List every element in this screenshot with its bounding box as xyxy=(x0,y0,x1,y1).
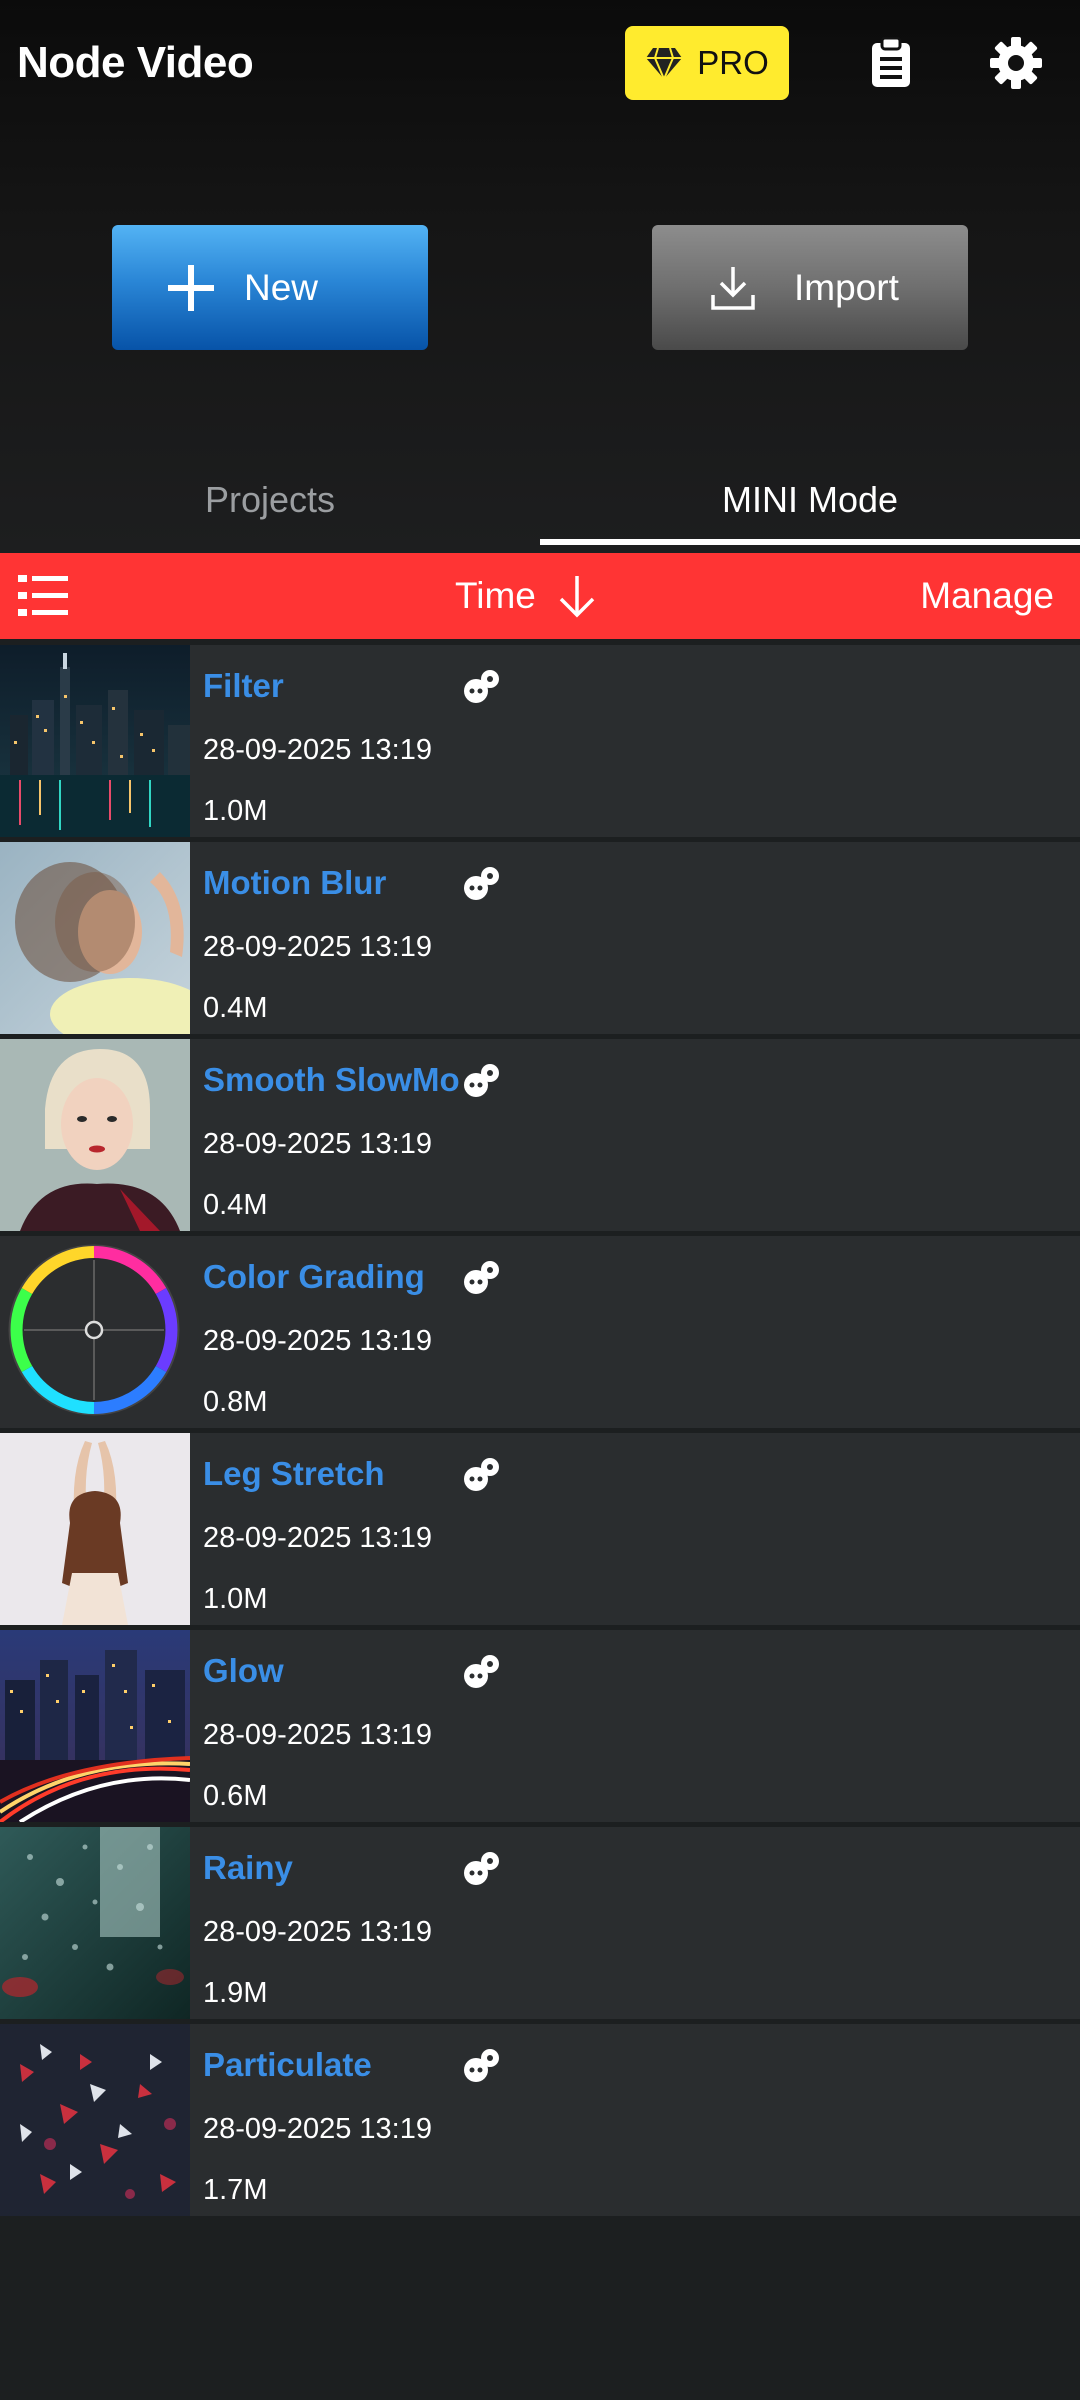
project-title: Color Grading xyxy=(203,1258,425,1295)
import-button-label: Import xyxy=(794,266,899,308)
sort-label: Time xyxy=(455,575,536,616)
mini-template-icon xyxy=(464,670,499,703)
sort-bar: Time Manage xyxy=(0,553,1080,639)
project-size: 0.8M xyxy=(203,1386,268,1418)
project-title: Motion Blur xyxy=(203,864,387,901)
project-row[interactable]: Rainy 28-09-2025 13:19 1.9M xyxy=(0,1827,1080,2019)
project-list: Filter 28-09-2025 13:19 1.0M Motion Blur… xyxy=(0,645,1080,2221)
project-date: 28-09-2025 13:19 xyxy=(203,1128,432,1160)
project-title: Leg Stretch xyxy=(203,1455,385,1492)
project-row[interactable]: Leg Stretch 28-09-2025 13:19 1.0M xyxy=(0,1433,1080,1625)
thumbnail-particles xyxy=(0,2024,190,2216)
project-row[interactable]: Color Grading 28-09-2025 13:19 0.8M xyxy=(0,1236,1080,1428)
thumbnail-rain-window xyxy=(0,1827,190,2019)
project-row[interactable]: Glow 28-09-2025 13:19 0.6M xyxy=(0,1630,1080,1822)
pro-label: PRO xyxy=(697,44,769,81)
project-date: 28-09-2025 13:19 xyxy=(203,2113,432,2145)
project-size: 0.4M xyxy=(203,992,268,1024)
project-size: 0.6M xyxy=(203,1780,268,1812)
app-title: Node Video xyxy=(17,38,254,87)
project-row[interactable]: Motion Blur 28-09-2025 13:19 0.4M xyxy=(0,842,1080,1034)
thumbnail-blurred-woman xyxy=(0,842,190,1034)
pro-button[interactable]: PRO xyxy=(625,26,789,100)
diamond-icon xyxy=(646,47,683,80)
new-project-button[interactable]: New xyxy=(112,225,428,350)
mini-template-icon xyxy=(464,1064,499,1097)
new-button-label: New xyxy=(244,266,319,308)
project-title: Filter xyxy=(203,667,284,704)
thumbnail-night-traffic xyxy=(0,1630,190,1822)
thumbnail-portrait-woman xyxy=(0,1039,190,1231)
project-size: 1.7M xyxy=(203,2174,268,2206)
manage-button[interactable]: Manage xyxy=(920,553,1054,639)
clipboard-icon xyxy=(872,37,910,87)
project-title: Glow xyxy=(203,1652,284,1689)
project-title: Particulate xyxy=(203,2046,372,2083)
project-row[interactable]: Filter 28-09-2025 13:19 1.0M xyxy=(0,645,1080,837)
project-date: 28-09-2025 13:19 xyxy=(203,1325,432,1357)
project-title: Rainy xyxy=(203,1849,293,1886)
sort-control[interactable]: Time xyxy=(455,553,598,639)
project-size: 1.9M xyxy=(203,1977,268,2009)
plus-icon xyxy=(168,264,214,311)
thumbnail-city-night xyxy=(0,645,190,837)
mini-template-icon xyxy=(464,1458,499,1491)
project-title: Smooth SlowMo xyxy=(203,1061,460,1098)
mini-template-icon xyxy=(464,2049,499,2082)
project-size: 1.0M xyxy=(203,795,268,827)
thumbnail-stretching-woman xyxy=(0,1433,190,1625)
settings-button[interactable] xyxy=(983,30,1049,96)
project-row[interactable]: Smooth SlowMo 28-09-2025 13:19 0.4M xyxy=(0,1039,1080,1231)
tab-mini-mode[interactable]: MINI Mode xyxy=(540,455,1080,545)
project-date: 28-09-2025 13:19 xyxy=(203,1916,432,1948)
gear-icon xyxy=(990,37,1042,89)
download-icon xyxy=(711,266,755,310)
import-button[interactable]: Import xyxy=(652,225,968,350)
project-date: 28-09-2025 13:19 xyxy=(203,734,432,766)
project-date: 28-09-2025 13:19 xyxy=(203,1522,432,1554)
arrow-down-icon xyxy=(559,576,595,618)
project-date: 28-09-2025 13:19 xyxy=(203,931,432,963)
mini-template-icon xyxy=(464,1261,499,1294)
project-date: 28-09-2025 13:19 xyxy=(203,1719,432,1751)
project-size: 0.4M xyxy=(203,1189,268,1221)
tab-bar: Projects MINI Mode xyxy=(0,455,1080,545)
project-size: 1.0M xyxy=(203,1583,268,1615)
mini-template-icon xyxy=(464,867,499,900)
clipboard-button[interactable] xyxy=(858,30,924,96)
list-view-icon[interactable] xyxy=(18,573,68,619)
project-row[interactable]: Particulate 28-09-2025 13:19 1.7M xyxy=(0,2024,1080,2216)
thumbnail-color-wheel xyxy=(0,1236,190,1428)
tab-projects[interactable]: Projects xyxy=(0,455,540,545)
top-header: Node Video PRO New Import Projects MINI … xyxy=(0,0,1080,550)
mini-template-icon xyxy=(464,1655,499,1688)
mini-template-icon xyxy=(464,1852,499,1885)
